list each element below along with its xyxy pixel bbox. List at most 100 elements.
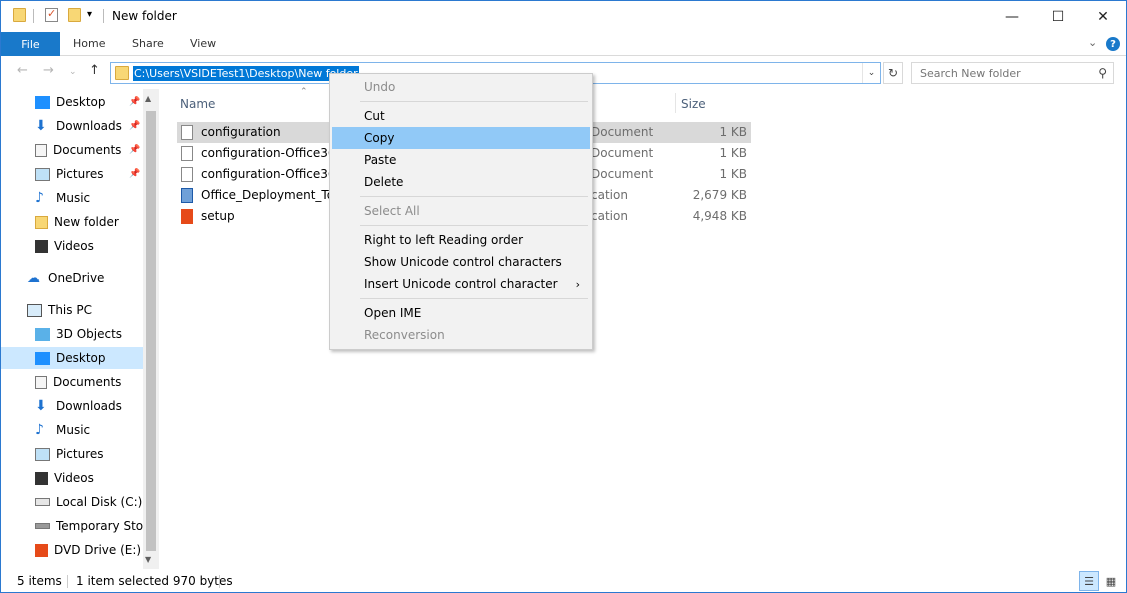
menu-item-show-unicode[interactable]: Show Unicode control characters xyxy=(332,251,590,273)
details-view-icon[interactable]: ☰ xyxy=(1079,571,1099,591)
pin-icon: 📌 xyxy=(129,97,141,107)
local-disk-icon xyxy=(35,498,50,506)
menu-item-insert-unicode[interactable]: Insert Unicode control character › xyxy=(332,273,590,295)
navigation-pane: Desktop 📌 ⬇ Downloads 📌 Documents 📌 Pict… xyxy=(1,89,159,569)
videos-icon xyxy=(35,239,48,253)
desktop-icon xyxy=(35,351,50,365)
menu-item-delete[interactable]: Delete xyxy=(332,171,590,193)
menu-item-cut[interactable]: Cut xyxy=(332,105,590,127)
nav-item-downloads[interactable]: ⬇ Downloads 📌 xyxy=(1,115,143,137)
menu-item-reconversion[interactable]: Reconversion xyxy=(332,324,590,346)
nav-item-this-pc[interactable]: This PC xyxy=(1,299,143,321)
menu-item-select-all[interactable]: Select All xyxy=(332,200,590,222)
nav-item-desktop-pc[interactable]: Desktop xyxy=(1,347,143,369)
folder-icon xyxy=(115,66,129,80)
desktop-icon xyxy=(35,95,50,109)
column-divider[interactable] xyxy=(675,93,676,113)
menu-item-open-ime[interactable]: Open IME xyxy=(332,302,590,324)
computer-icon xyxy=(27,303,42,317)
nav-item-pictures[interactable]: Pictures 📌 xyxy=(1,163,143,185)
nav-scrollbar[interactable]: ▲ ▼ xyxy=(143,89,159,569)
forward-arrow-icon[interactable]: → xyxy=(43,63,54,78)
installer-icon xyxy=(181,188,193,203)
folder-icon xyxy=(13,8,26,22)
pin-icon: 📌 xyxy=(129,145,141,155)
pictures-icon xyxy=(35,167,50,181)
temp-storage-icon xyxy=(35,523,50,529)
column-header-name[interactable]: Name xyxy=(180,97,215,111)
menu-item-copy[interactable]: Copy xyxy=(332,127,590,149)
column-header-size[interactable]: Size xyxy=(681,97,706,111)
chevron-right-icon: › xyxy=(575,277,580,291)
explorer-window: ▾ New folder — ☐ ✕ File Home Share View … xyxy=(0,0,1127,593)
menu-item-rtl-reading-order[interactable]: Right to left Reading order xyxy=(332,229,590,251)
up-arrow-icon[interactable]: ↑ xyxy=(89,63,100,78)
cloud-icon: ☁ xyxy=(27,270,40,286)
nav-item-videos[interactable]: Videos xyxy=(1,235,143,257)
office-icon xyxy=(181,209,193,224)
nav-item-onedrive[interactable]: ☁ OneDrive xyxy=(1,267,143,289)
nav-item-music-pc[interactable]: ♪ Music xyxy=(1,419,143,441)
document-icon xyxy=(181,146,193,161)
help-icon[interactable]: ? xyxy=(1106,37,1120,51)
documents-icon xyxy=(35,143,47,157)
search-icon[interactable]: ⚲ xyxy=(1098,66,1107,80)
music-icon: ♪ xyxy=(35,189,44,206)
scroll-down-icon[interactable]: ▼ xyxy=(145,555,151,564)
nav-item-music[interactable]: ♪ Music xyxy=(1,187,143,209)
nav-item-dvd-drive[interactable]: DVD Drive (E:) 16 xyxy=(1,539,143,561)
nav-item-local-disk[interactable]: Local Disk (C:) xyxy=(1,491,143,513)
tab-home[interactable]: Home xyxy=(73,37,105,50)
expand-ribbon-icon[interactable]: ⌄ xyxy=(1088,36,1097,49)
nav-item-documents[interactable]: Documents 📌 xyxy=(1,139,143,161)
nav-item-desktop[interactable]: Desktop 📌 xyxy=(1,91,143,113)
document-icon xyxy=(181,167,193,182)
new-folder-icon[interactable] xyxy=(68,8,81,22)
large-icons-view-icon[interactable]: ▦ xyxy=(1101,571,1121,591)
divider xyxy=(219,575,220,588)
nav-item-downloads-pc[interactable]: ⬇ Downloads xyxy=(1,395,143,417)
videos-icon xyxy=(35,471,48,485)
search-box[interactable]: ⚲ xyxy=(911,62,1114,84)
documents-icon xyxy=(35,375,47,389)
scrollbar-thumb[interactable] xyxy=(146,111,156,551)
nav-item-3d-objects[interactable]: 3D Objects xyxy=(1,323,143,345)
menu-separator xyxy=(360,196,588,197)
menu-separator xyxy=(360,298,588,299)
maximize-button[interactable]: ☐ xyxy=(1035,1,1081,32)
menu-separator xyxy=(360,225,588,226)
sort-ascending-icon: ⌃ xyxy=(300,87,308,97)
tab-view[interactable]: View xyxy=(190,37,216,50)
menu-item-undo[interactable]: Undo xyxy=(332,76,590,98)
divider xyxy=(103,9,104,23)
back-arrow-icon[interactable]: ← xyxy=(17,63,28,78)
divider xyxy=(67,575,68,588)
nav-item-new-folder[interactable]: New folder xyxy=(1,211,143,233)
divider xyxy=(33,9,34,23)
tab-share[interactable]: Share xyxy=(132,37,164,50)
close-button[interactable]: ✕ xyxy=(1080,1,1126,32)
chevron-down-icon[interactable]: ⌄ xyxy=(862,63,880,83)
downloads-icon: ⬇ xyxy=(35,397,47,414)
nav-item-temporary-storage[interactable]: Temporary Stora xyxy=(1,515,143,537)
selection-info: 1 item selected 970 bytes xyxy=(76,574,233,588)
scroll-up-icon[interactable]: ▲ xyxy=(145,94,151,103)
nav-item-pictures-pc[interactable]: Pictures xyxy=(1,443,143,465)
tab-file[interactable]: File xyxy=(1,32,60,56)
downloads-icon: ⬇ xyxy=(35,117,47,134)
address-path[interactable]: C:\Users\VSIDETest1\Desktop\New folder xyxy=(133,66,359,81)
context-menu: Undo Cut Copy Paste Delete Select All Ri… xyxy=(329,73,593,350)
minimize-button[interactable]: — xyxy=(989,1,1035,32)
customize-toolbar-icon[interactable]: ▾ xyxy=(87,9,92,27)
menu-item-paste[interactable]: Paste xyxy=(332,149,590,171)
document-icon xyxy=(181,125,193,140)
nav-item-videos-pc[interactable]: Videos xyxy=(1,467,143,489)
search-input[interactable] xyxy=(912,63,1092,83)
dvd-drive-icon xyxy=(35,543,48,557)
refresh-icon[interactable]: ↻ xyxy=(883,62,903,84)
nav-item-documents-pc[interactable]: Documents xyxy=(1,371,143,393)
properties-icon[interactable] xyxy=(45,7,58,22)
pin-icon: 📌 xyxy=(129,169,141,179)
recent-locations-icon[interactable]: ⌄ xyxy=(69,67,77,77)
3d-objects-icon xyxy=(35,327,50,341)
